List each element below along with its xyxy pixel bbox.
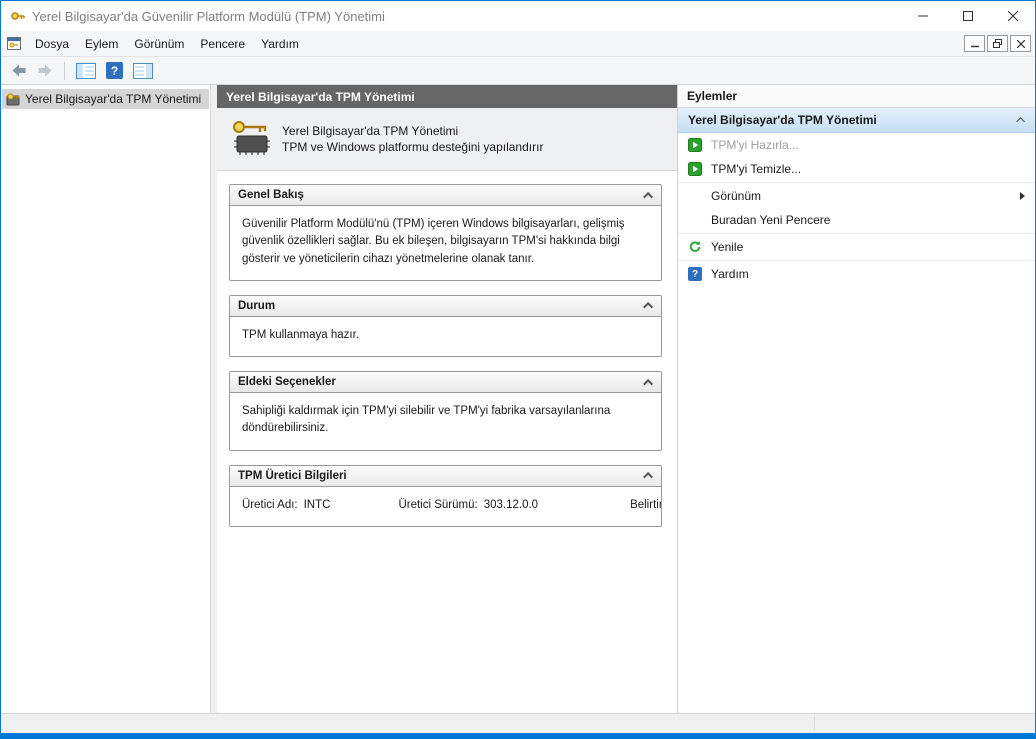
action-label: Yardım xyxy=(711,267,749,281)
action-label: Görünüm xyxy=(711,189,762,203)
manufacturer-name-field: Üretici Adı: INTC xyxy=(242,497,330,514)
console-tree-toggle-button[interactable] xyxy=(74,61,98,81)
action-separator xyxy=(678,233,1035,234)
section-title: Genel Bakış xyxy=(238,189,304,201)
field-label: Üretici Sürümü: xyxy=(398,498,478,511)
action-view[interactable]: Görünüm xyxy=(678,184,1035,208)
action-label: TPM'yi Temizle... xyxy=(711,162,802,176)
section-overview: Genel Bakış Güvenilir Platform Modülü'nü… xyxy=(229,184,662,281)
section-available-options: Eldeki Seçenekler Sahipliği kaldırmak iç… xyxy=(229,371,662,451)
action-group-header[interactable]: Yerel Bilgisayar'da TPM Yönetimi xyxy=(678,108,1035,133)
section-available-options-body: Sahipliği kaldırmak için TPM'yi silebili… xyxy=(242,405,611,435)
minimize-button[interactable] xyxy=(900,1,945,31)
field-label: Üretici Adı: xyxy=(242,498,298,511)
titlebar: Yerel Bilgisayar'da Güvenilir Platform M… xyxy=(1,1,1035,31)
manufacturer-version-field: Üretici Sürümü: 303.12.0.0 xyxy=(398,497,538,514)
console-tree-pane: Yerel Bilgisayar'da TPM Yönetimi xyxy=(1,85,211,713)
green-arrow-icon xyxy=(688,162,702,176)
actions-pane: Eylemler Yerel Bilgisayar'da TPM Yönetim… xyxy=(677,85,1035,713)
field-value: 303.12.0.0 xyxy=(483,498,539,511)
tpm-chip-icon xyxy=(230,119,272,159)
menu-item-eylem[interactable]: Eylem xyxy=(77,33,126,55)
menu-item-gorunum[interactable]: Görünüm xyxy=(126,33,192,55)
chevron-up-icon xyxy=(643,191,654,202)
tree-item-label: Yerel Bilgisayar'da TPM Yönetimi xyxy=(25,92,202,106)
action-label: Yenile xyxy=(711,240,744,254)
banner-subtitle: TPM ve Windows platformu desteğini yapıl… xyxy=(282,140,544,154)
green-arrow-icon xyxy=(688,138,702,152)
console-window-icon xyxy=(7,37,21,50)
section-manufacturer-info-header[interactable]: TPM Üretici Bilgileri xyxy=(230,465,661,487)
chevron-up-icon xyxy=(643,378,654,389)
refresh-icon xyxy=(688,240,702,254)
maximize-button[interactable] xyxy=(945,1,990,31)
forward-button[interactable] xyxy=(35,61,55,80)
sections-area: Genel Bakış Güvenilir Platform Modülü'nü… xyxy=(217,171,677,713)
section-status-header[interactable]: Durum xyxy=(230,295,661,317)
banner: Yerel Bilgisayar'da TPM Yönetimi TPM ve … xyxy=(217,108,677,171)
actions-pane-title: Eylemler xyxy=(678,85,1035,108)
key-app-icon xyxy=(10,8,26,24)
section-status: Durum TPM kullanmaya hazır. xyxy=(229,294,662,357)
section-status-body: TPM kullanmaya hazır. xyxy=(242,328,359,341)
back-button[interactable] xyxy=(9,61,29,80)
section-available-options-header[interactable]: Eldeki Seçenekler xyxy=(230,372,661,393)
section-title: TPM Üretici Bilgileri xyxy=(238,469,347,482)
field-value: INTC xyxy=(303,498,331,511)
toolbar-separator xyxy=(64,61,65,80)
page-title: Yerel Bilgisayar'da TPM Yönetimi xyxy=(217,85,677,108)
chevron-up-icon xyxy=(643,302,654,313)
action-separator xyxy=(678,182,1035,183)
spec-version-field: Belirtim Sürümü:2.0 xyxy=(630,497,661,514)
field-label: Belirtim Sürümü: xyxy=(630,498,661,511)
action-pane-toggle-button[interactable] xyxy=(131,61,155,81)
action-refresh[interactable]: Yenile xyxy=(678,235,1035,259)
mmc-window: Yerel Bilgisayar'da Güvenilir Platform M… xyxy=(1,1,1035,733)
mdi-minimize-button[interactable] xyxy=(964,35,985,52)
mdi-close-button[interactable] xyxy=(1010,35,1031,52)
menubar: Dosya Eylem Görünüm Pencere Yardım xyxy=(1,31,1035,57)
section-title: Eldeki Seçenekler xyxy=(238,376,336,388)
help-icon: ? xyxy=(688,267,702,281)
submenu-arrow-icon xyxy=(1020,192,1025,200)
action-new-window-from-here[interactable]: Buradan Yeni Pencere xyxy=(678,208,1035,232)
action-separator xyxy=(678,260,1035,261)
action-prepare-tpm[interactable]: TPM'yi Hazırla... xyxy=(678,133,1035,157)
action-clear-tpm[interactable]: TPM'yi Temizle... xyxy=(678,157,1035,181)
tree-item-tpm-management[interactable]: Yerel Bilgisayar'da TPM Yönetimi xyxy=(2,89,209,109)
section-title: Durum xyxy=(238,299,276,312)
action-label: Buradan Yeni Pencere xyxy=(711,213,831,227)
section-manufacturer-info-body: Üretici Adı: INTC Üretici Sürümü: 303.12.0… xyxy=(230,487,661,526)
mdi-window-controls xyxy=(964,35,1035,52)
main-area: Yerel Bilgisayar'da TPM Yönetimi Yerel B… xyxy=(1,85,1035,713)
menu-item-yardim[interactable]: Yardım xyxy=(253,33,307,55)
menu-item-pencere[interactable]: Pencere xyxy=(192,33,253,55)
section-manufacturer-info: TPM Üretici Bilgileri Üretici Adı: INTC Ü… xyxy=(229,464,662,527)
menu-item-dosya[interactable]: Dosya xyxy=(27,33,77,55)
window-title: Yerel Bilgisayar'da Güvenilir Platform M… xyxy=(32,8,385,24)
chevron-up-icon xyxy=(643,471,654,482)
center-pane: Yerel Bilgisayar'da TPM Yönetimi Yerel B… xyxy=(217,85,677,713)
section-overview-header[interactable]: Genel Bakış xyxy=(230,185,661,206)
action-label: TPM'yi Hazırla... xyxy=(711,138,799,152)
banner-title: Yerel Bilgisayar'da TPM Yönetimi xyxy=(282,124,459,138)
help-icon: ? xyxy=(106,62,123,79)
status-bar xyxy=(1,713,1035,733)
help-toolbar-button[interactable]: ? xyxy=(104,60,125,81)
action-help[interactable]: ? Yardım xyxy=(678,262,1035,286)
action-group-label: Yerel Bilgisayar'da TPM Yönetimi xyxy=(688,113,877,127)
chevron-up-icon xyxy=(1016,117,1025,126)
toolbar: ? xyxy=(1,57,1035,85)
close-button[interactable] xyxy=(990,1,1035,31)
tpm-node-icon xyxy=(6,92,21,106)
mdi-restore-button[interactable] xyxy=(987,35,1008,52)
status-bar-divider xyxy=(814,717,815,730)
section-overview-body: Güvenilir Platform Modülü'nü (TPM) içere… xyxy=(242,218,625,265)
